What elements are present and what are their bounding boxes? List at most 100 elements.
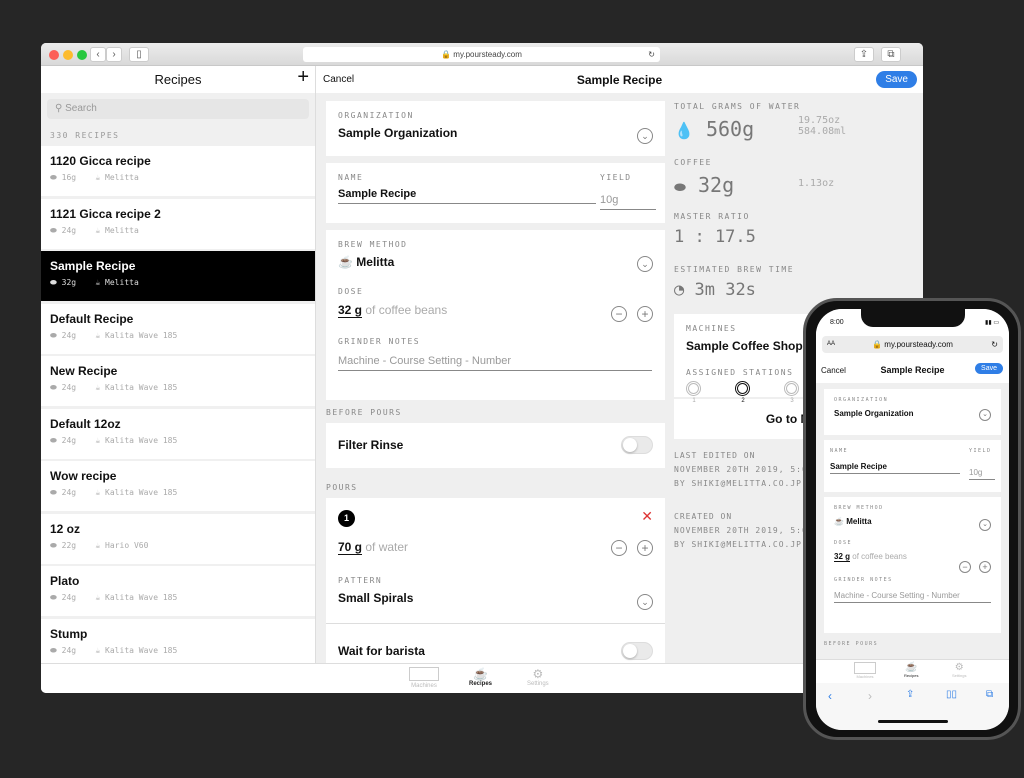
phone-organization-select[interactable]: ORGANIZATION Sample Organization ⌄: [824, 389, 1001, 435]
recipe-name: 12 oz: [50, 521, 81, 536]
recipe-method: Hario V60: [105, 540, 149, 550]
coffee-bean-icon: ⬬: [50, 330, 57, 340]
wait-barista-toggle[interactable]: [621, 642, 653, 660]
delete-pour-icon[interactable]: ✕: [641, 508, 653, 525]
search-placeholder: Search: [65, 103, 97, 114]
wait-barista-label: Wait for barista: [338, 644, 425, 658]
forward-icon[interactable]: ›: [106, 47, 122, 62]
dose-field[interactable]: 32 g: [338, 303, 363, 318]
recipe-dose: 24g: [61, 225, 77, 235]
reload-icon[interactable]: ↻: [648, 47, 655, 62]
brew-method-chevron-icon[interactable]: ⌄: [637, 256, 653, 272]
phone-tab-bar: Machines ☕ Recipes ⚙ Settings: [816, 659, 1009, 683]
station-1[interactable]: 1: [686, 381, 702, 404]
station-3[interactable]: 3: [784, 381, 800, 404]
share-icon[interactable]: ⇪: [854, 47, 874, 62]
maximize-button[interactable]: [77, 50, 87, 60]
add-recipe-button[interactable]: +: [297, 66, 309, 91]
pours-label: POURS: [326, 483, 358, 492]
pattern-chevron-icon[interactable]: ⌄: [637, 594, 653, 610]
coffee-bean-icon: ⬬: [50, 488, 57, 497]
station-2[interactable]: 2: [735, 381, 751, 404]
dripper-icon: ☕: [95, 330, 101, 340]
recipe-list-item[interactable]: Default Recipe ⬬ 24g ☕ Kalita Wave 185: [41, 303, 315, 354]
phone-tabs-icon[interactable]: ⧉: [986, 689, 993, 700]
dose-suffix: of coffee beans: [365, 303, 448, 317]
phone-brew-chevron-icon[interactable]: ⌄: [979, 519, 991, 531]
sidebar-title: Recipes: [154, 72, 202, 87]
phone-back-icon[interactable]: ‹: [828, 689, 832, 703]
increase-water-button[interactable]: +: [637, 540, 653, 556]
filter-rinse-toggle[interactable]: [621, 436, 653, 454]
recipe-dose: 24g: [61, 645, 77, 655]
browser-window: ‹ › ▯ 🔒 my.poursteady.com ↻ ⇪ ⧉ Recipes + …: [41, 43, 923, 693]
address-bar[interactable]: 🔒 my.poursteady.com ↻: [303, 47, 660, 62]
recipe-list-item[interactable]: New Recipe ⬬ 24g ☕ Kalita Wave 185: [41, 356, 315, 406]
recipe-method: Kalita Wave 185: [105, 593, 178, 602]
decrease-dose-button[interactable]: −: [611, 306, 627, 322]
station-number: 2: [741, 398, 745, 404]
browser-toolbar: ‹ › ▯ 🔒 my.poursteady.com ↻ ⇪ ⧉: [41, 43, 923, 66]
tab-settings[interactable]: ⚙ Settings: [527, 667, 549, 687]
chevron-down-icon[interactable]: ⌄: [637, 128, 653, 144]
recipe-list-item[interactable]: Sample Recipe ⬬ 32g ☕ Melitta: [41, 251, 315, 301]
brew-card: BREW METHOD ☕ Melitta ⌄ DOSE 32 g of cof…: [326, 230, 665, 400]
phone-reload-icon[interactable]: ↻: [991, 336, 998, 353]
phone-screen: 8:00 ▮▮ ▭ AA 🔒 my.poursteady.com ↻ Cancel …: [816, 309, 1009, 730]
recipe-dose: 32g: [61, 278, 77, 287]
minimize-button[interactable]: [63, 50, 73, 60]
grinder-notes-input[interactable]: Machine - Course Setting - Number: [338, 355, 652, 371]
sidebar-toggle-icon[interactable]: ▯: [129, 47, 149, 62]
recipe-list-item[interactable]: Wow recipe ⬬ 24g ☕ Kalita Wave 185: [41, 461, 315, 511]
recipe-list-item[interactable]: Plato ⬬ 24g ☕ Kalita Wave 185: [41, 566, 315, 616]
phone-save-button[interactable]: Save: [975, 363, 1003, 374]
phone-url: my.poursteady.com: [884, 340, 953, 349]
back-icon[interactable]: ‹: [90, 47, 106, 62]
coffee-bean-icon: ⬬: [50, 593, 57, 602]
dripper-icon: ☕: [95, 173, 101, 182]
bookmarks-icon[interactable]: ▯▯: [946, 689, 957, 700]
recipe-list-item[interactable]: 12 oz ⬬ 22g ☕ Hario V60: [41, 513, 315, 564]
station-number: 3: [790, 398, 794, 404]
phone-dose-field[interactable]: 32 g: [834, 552, 851, 562]
yield-field[interactable]: 10g: [600, 194, 656, 210]
recipe-list-item[interactable]: Default 12oz ⬬ 24g ☕ Kalita Wave 185: [41, 408, 315, 459]
close-button[interactable]: [49, 50, 59, 60]
clock-icon: ◔: [674, 280, 685, 300]
tab-recipes[interactable]: ☕ Recipes: [469, 667, 492, 687]
increase-dose-button[interactable]: +: [637, 306, 653, 322]
station-ring-icon: [686, 381, 701, 396]
recipe-name: 1120 Gicca recipe: [50, 154, 151, 168]
phone-tab-recipes[interactable]: ☕ Recipes: [904, 662, 918, 678]
search-input[interactable]: ⚲ Search: [47, 99, 309, 119]
url-text: my.poursteady.com: [453, 50, 522, 59]
recipe-list-item[interactable]: 1120 Gicca recipe ⬬ 16g ☕ Melitta: [41, 146, 315, 196]
recipe-dose: 24g: [61, 488, 77, 497]
recipe-name: Wow recipe: [50, 469, 117, 483]
save-button[interactable]: Save: [876, 71, 917, 88]
phone-address-bar[interactable]: AA 🔒 my.poursteady.com ↻: [822, 336, 1003, 353]
decrease-water-button[interactable]: −: [611, 540, 627, 556]
phone-name-field[interactable]: Sample Recipe: [830, 462, 960, 474]
phone-increase-dose-button[interactable]: +: [979, 561, 991, 573]
reader-aa-button[interactable]: AA: [827, 336, 835, 353]
tab-machines[interactable]: Machines: [409, 667, 439, 689]
pour-amount-field[interactable]: 70 g: [338, 540, 363, 555]
organization-select[interactable]: ORGANIZATION Sample Organization ⌄: [326, 101, 665, 156]
phone-tab-settings[interactable]: ⚙ Settings: [952, 662, 966, 678]
filter-rinse-row: Filter Rinse: [326, 423, 665, 468]
editor-header: Cancel Sample Recipe Save: [316, 66, 923, 93]
recipe-list-item[interactable]: Stump ⬬ 24g ☕ Kalita Wave 185: [41, 618, 315, 663]
phone-grinder-input[interactable]: Machine - Course Setting - Number: [834, 591, 991, 603]
phone-forward-icon[interactable]: ›: [868, 689, 872, 703]
phone-decrease-dose-button[interactable]: −: [959, 561, 971, 573]
recipe-list-item[interactable]: 1121 Gicca recipe 2 ⬬ 24g ☕ Melitta: [41, 198, 315, 249]
name-field[interactable]: Sample Recipe: [338, 188, 596, 204]
phone-tab-machines[interactable]: Machines: [854, 662, 876, 679]
recipe-dose: 24g: [61, 330, 77, 340]
phone-yield-field[interactable]: 10g: [969, 468, 995, 480]
phone-share-icon[interactable]: ⇪: [906, 689, 914, 700]
tabs-icon[interactable]: ⧉: [881, 47, 901, 62]
pattern-value[interactable]: Small Spirals: [338, 591, 653, 605]
coffee-bean-icon: ⬬: [50, 540, 57, 550]
